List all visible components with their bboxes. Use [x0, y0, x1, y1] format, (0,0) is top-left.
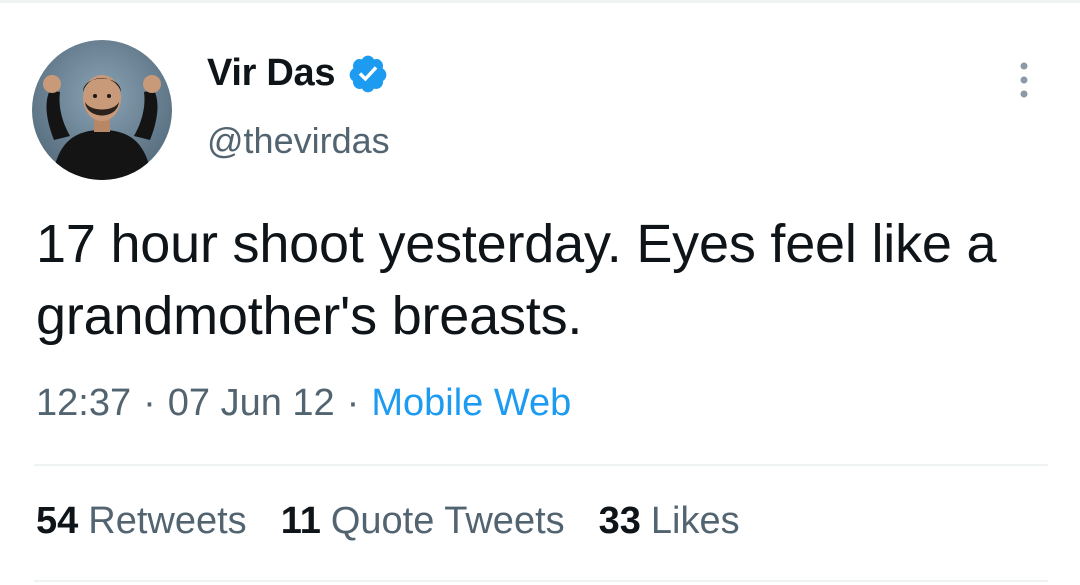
divider [34, 464, 1048, 466]
tweet-meta: 12:37 · 07 Jun 12 · Mobile Web [36, 382, 571, 425]
avatar[interactable] [32, 40, 172, 180]
likes-count: 33 [598, 500, 641, 542]
quote-tweets-label: Quote Tweets [330, 500, 565, 542]
quote-tweets-count: 11 [280, 500, 321, 542]
retweets-stat[interactable]: 54 Retweets [36, 500, 247, 543]
tweet-time[interactable]: 12:37 [36, 382, 131, 425]
tweet-source-link[interactable]: Mobile Web [371, 382, 571, 425]
verified-badge-icon [349, 55, 387, 92]
meta-separator: · [346, 382, 360, 424]
tweet-text: 17 hour shoot yesterday. Eyes feel like … [36, 214, 997, 346]
engagement-stats: 54 Retweets 11 Quote Tweets 33 Likes [36, 500, 740, 543]
author-name-row[interactable]: Vir Das [207, 52, 389, 95]
retweets-count: 54 [36, 500, 79, 542]
divider [34, 580, 1048, 582]
avatar-image [32, 40, 172, 180]
author-handle[interactable]: @thevirdas [207, 120, 390, 162]
tweet-date[interactable]: 07 Jun 12 [168, 382, 335, 425]
meta-separator: · [143, 382, 156, 424]
more-options-icon[interactable] [1012, 60, 1036, 100]
author-display-name[interactable]: Vir Das [207, 52, 335, 95]
likes-label: Likes [650, 500, 740, 542]
likes-stat[interactable]: 33 Likes [599, 500, 740, 543]
top-divider [0, 0, 1080, 3]
quote-tweets-stat[interactable]: 11 Quote Tweets [281, 500, 565, 543]
retweets-label: Retweets [88, 500, 247, 542]
